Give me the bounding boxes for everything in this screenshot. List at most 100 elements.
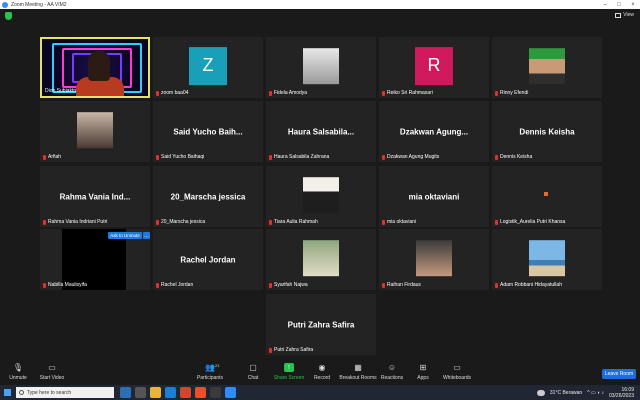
profile-photo — [303, 239, 339, 276]
muted-microphone-icon — [156, 154, 159, 160]
more-options-button[interactable]: … — [143, 232, 150, 239]
leave-room-button[interactable]: Leave Room — [602, 369, 636, 379]
participant-name: Logistik_Aurelia Putri Khansa — [495, 219, 565, 225]
profile-photo — [416, 239, 452, 276]
person-head — [88, 51, 110, 81]
participant-name-text: Said Yucho Baihaqi — [161, 154, 205, 160]
window-controls: – □ × — [598, 2, 640, 8]
participant-name-text: Dennis Keisha — [500, 154, 533, 160]
participant-name: Rachel Jordan — [156, 282, 193, 288]
start-video-button[interactable]: ▭ Start Video — [30, 363, 74, 381]
participant-tile[interactable]: Putri Zahra Safira Putri Zahra Safira — [266, 294, 376, 355]
participant-name: Rinny Efendi — [495, 90, 528, 96]
app-icon[interactable] — [210, 387, 221, 398]
whiteboards-button[interactable]: ▭ Whiteboards — [435, 363, 479, 381]
reactions-label: Reactions — [380, 375, 404, 381]
participant-name-text: mia oktaviani — [387, 219, 417, 225]
participant-tile[interactable]: Raihan Firdaus — [379, 229, 489, 290]
participant-tile[interactable]: Rahma Vania Ind... Rahma Vania Indriani P… — [40, 166, 150, 227]
letter-avatar: Z — [189, 46, 227, 85]
system-tray: 31°C Berawan ^ ▭ ◖ ♪ 16:09 03/26/2023 — [536, 387, 640, 399]
participant-name-text: Arfiah — [48, 154, 62, 160]
participant-tile[interactable]: mia oktaviani mia oktaviani — [379, 166, 489, 227]
participant-name: Raihan Firdaus — [382, 282, 421, 288]
participant-display-name: Dennis Keisha — [519, 127, 575, 136]
participant-tile[interactable]: R Reiko Sri Rahmasari — [379, 37, 489, 98]
unmute-label: Unmute — [9, 375, 27, 381]
muted-microphone-icon — [43, 219, 46, 225]
participant-tile[interactable]: Zzoom baa04 — [153, 37, 263, 98]
participants-icon: 👥 — [205, 363, 215, 372]
participant-tile[interactable]: Dion Subiakto — [40, 37, 150, 98]
close-icon[interactable]: × — [626, 2, 640, 8]
edge-icon[interactable] — [165, 387, 176, 398]
participant-tile[interactable]: Tiara Aulia Rahmah — [266, 166, 376, 227]
participant-display-name: Rahma Vania Ind... — [59, 192, 131, 201]
file-explorer-icon[interactable] — [150, 387, 161, 398]
participant-tile[interactable]: 20_Marscha jessica 20_Marscha jessica — [153, 166, 263, 227]
muted-microphone-icon — [382, 90, 385, 96]
participant-name-text: Putri Zahra Safira — [274, 347, 314, 353]
participant-name: Syarifah Najwa — [269, 282, 308, 288]
view-button[interactable]: View — [615, 12, 634, 18]
participant-name: Dennis Keisha — [495, 154, 532, 160]
share-screen-icon: ↑ — [284, 363, 294, 372]
chat-icon: ▢ — [249, 363, 257, 372]
participant-tile[interactable]: Arfiah — [40, 101, 150, 162]
view-label: View — [623, 12, 634, 18]
muted-microphone-icon — [43, 282, 46, 288]
participant-tile[interactable]: Adam Robbani Hidayatullah — [492, 229, 602, 290]
participant-tile[interactable]: Syarifah Najwa — [266, 229, 376, 290]
participant-tile[interactable]: Rachel Jordan Rachel Jordan — [153, 229, 263, 290]
participant-tile[interactable]: Haura Salsabila... Haura Salsabila Zahran… — [266, 101, 376, 162]
maximize-icon[interactable]: □ — [612, 2, 626, 8]
muted-microphone-icon — [495, 90, 498, 96]
participant-name: Said Yucho Baihaqi — [156, 154, 204, 160]
participant-name: Reiko Sri Rahmasari — [382, 90, 433, 96]
taskbar-search[interactable]: Type here to search — [16, 387, 114, 398]
profile-photo — [77, 111, 113, 148]
taskbar-apps — [120, 387, 236, 398]
office-icon[interactable] — [195, 387, 206, 398]
participant-name: 20_Marscha jessica — [156, 219, 205, 225]
participant-name: mia oktaviani — [382, 219, 416, 225]
profile-photo — [303, 47, 339, 84]
participants-count: 21 — [215, 363, 220, 368]
minimize-icon[interactable]: – — [598, 2, 612, 8]
muted-microphone-icon — [382, 154, 385, 160]
participants-button[interactable]: 👥 Participants — [188, 363, 232, 381]
participant-display-name: Rachel Jordan — [180, 255, 236, 264]
weather-text[interactable]: 31°C Berawan — [550, 390, 582, 396]
ask-to-unmute-button[interactable]: Ask to Unmute — [108, 232, 142, 239]
participant-name-text: Dion Subiakto — [45, 88, 77, 94]
participant-tile[interactable]: Rinny Efendi — [492, 37, 602, 98]
windows-taskbar: Type here to search 31°C Berawan ^ ▭ ◖ ♪… — [0, 385, 640, 400]
participant-tile[interactable]: Logistik_Aurelia Putri Khansa — [492, 166, 602, 227]
participant-name-text: 20_Marscha jessica — [161, 219, 206, 225]
participant-name-text: Raihan Firdaus — [387, 282, 421, 288]
chat-label: Chat — [247, 375, 259, 381]
muted-microphone-icon — [382, 282, 385, 288]
tray-icons[interactable]: ^ ▭ ◖ ♪ — [587, 390, 604, 396]
profile-photo — [529, 47, 565, 84]
chrome-icon[interactable] — [180, 387, 191, 398]
participant-tile[interactable]: Fidela Amodya — [266, 37, 376, 98]
task-view-icon[interactable] — [135, 387, 146, 398]
muted-microphone-icon — [269, 282, 272, 288]
bing-icon[interactable] — [120, 387, 131, 398]
participant-tile[interactable]: Dennis Keisha Dennis Keisha — [492, 101, 602, 162]
security-shield-icon[interactable] — [5, 12, 12, 20]
muted-microphone-icon — [495, 154, 498, 160]
grid-view-icon — [615, 12, 622, 18]
participant-name: Arfiah — [43, 154, 61, 160]
start-button[interactable] — [0, 385, 14, 400]
muted-microphone-icon — [495, 282, 498, 288]
zoom-taskbar-icon[interactable] — [225, 387, 236, 398]
participant-tile[interactable]: Said Yucho Baih... Said Yucho Baihaqi — [153, 101, 263, 162]
window-title: Zoom Meeting - AA VIM2 — [11, 1, 67, 8]
participant-name: Tiara Aulia Rahmah — [269, 219, 318, 225]
clock[interactable]: 16:09 03/26/2023 — [609, 387, 634, 399]
participant-tile[interactable]: Dzakwan Agung... Dzakwan Agung Mugits — [379, 101, 489, 162]
muted-microphone-icon — [156, 219, 159, 225]
profile-photo — [303, 176, 339, 213]
